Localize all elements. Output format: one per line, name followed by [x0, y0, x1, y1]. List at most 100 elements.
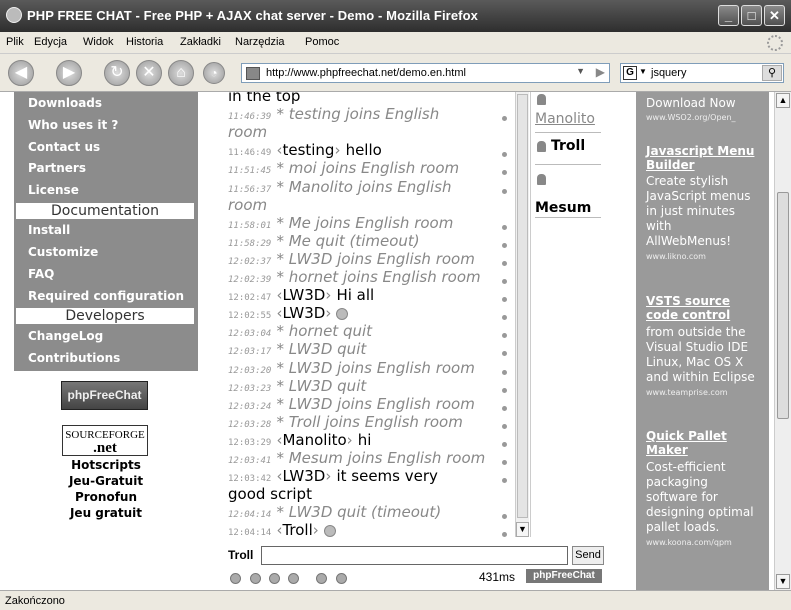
ad-url[interactable]: www.koona.com/qpm — [646, 538, 732, 547]
user-icon — [537, 94, 546, 105]
chat-nick-name: Manolito — [282, 430, 347, 449]
menu-narzedzia[interactable]: Narzędzia — [235, 36, 285, 48]
chat-nick[interactable]: ‹LW3D› — [276, 286, 331, 304]
chat-nick[interactable]: ‹Troll› — [276, 521, 318, 537]
forward-icon[interactable]: ▶ — [56, 60, 82, 86]
chat-text: good script — [228, 485, 312, 504]
message-bullet-icon — [502, 279, 507, 284]
menu-historia[interactable]: Historia — [126, 36, 163, 48]
user-manolito[interactable]: Manolito — [535, 111, 595, 127]
chat-text: * Manolito joins English — [276, 177, 452, 196]
ad-title-quick-pallet-maker[interactable]: Quick Pallet Maker — [646, 429, 727, 457]
phpfreechat-badge[interactable]: phpFreeChat — [61, 381, 148, 410]
reload-icon[interactable]: ↻ — [104, 60, 130, 86]
chat-line: 12:04:14 ‹Troll› — [228, 520, 336, 537]
message-bullet-icon — [502, 423, 507, 429]
nav-header-developers: Developers — [16, 308, 194, 324]
nav-partners[interactable]: Partners — [28, 161, 86, 175]
ad-title-vsts-source-control[interactable]: VSTS source code control — [646, 294, 730, 322]
chat-nick[interactable]: ‹testing› — [276, 141, 340, 159]
message-bullet-icon — [502, 170, 507, 176]
address-bar[interactable]: http://www.phpfreechat.net/demo.en.html … — [241, 63, 610, 83]
chat-scroll-thumb[interactable] — [517, 94, 528, 518]
sourceforge-badge-line2: .net — [93, 440, 117, 456]
ad-title-javascript-menu-builder[interactable]: Javascript Menu Builder — [646, 144, 754, 172]
user-mesum[interactable]: Mesum — [535, 200, 591, 216]
chat-line: 12:03:04 * hornet quit — [228, 321, 372, 340]
ad-url[interactable]: www.likno.com — [646, 252, 706, 261]
nav-changelog[interactable]: ChangeLog — [28, 329, 103, 343]
nav-contact-us[interactable]: Contact us — [28, 140, 100, 154]
ad-url[interactable]: www.WSO2.org/Open_ — [646, 113, 736, 122]
search-engine-icon[interactable]: G — [623, 66, 637, 80]
chat-line: room — [228, 195, 267, 214]
nav-downloads[interactable]: Downloads — [28, 96, 102, 110]
minimize-button[interactable]: _ — [718, 5, 739, 26]
chat-message-input[interactable] — [261, 546, 568, 565]
menu-zakladki[interactable]: Zakładki — [180, 36, 221, 48]
chat-scroll-down-icon[interactable]: ▼ — [516, 522, 529, 537]
chat-nick[interactable]: ‹Manolito› — [276, 431, 352, 449]
nav-faq[interactable]: FAQ — [28, 267, 54, 281]
input-nickname: Troll — [228, 548, 254, 562]
search-icon[interactable]: ⚲ — [762, 65, 782, 81]
link-hotscripts[interactable]: Hotscripts — [14, 458, 198, 472]
link-jeu-gratuit-2[interactable]: Jeu gratuit — [14, 506, 198, 520]
page-scrollbar[interactable]: ▲ ▼ — [774, 92, 791, 590]
chat-line: good script — [228, 484, 312, 503]
address-dropdown-icon[interactable]: ▼ — [576, 66, 585, 76]
user-add-icon[interactable] — [336, 573, 347, 584]
user-troll[interactable]: Troll — [551, 138, 585, 154]
address-url[interactable]: http://www.phpfreechat.net/demo.en.html — [266, 67, 466, 79]
engine-dropdown-icon[interactable]: ▼ — [639, 67, 647, 76]
chat-scrollbar[interactable]: ▼ — [515, 92, 529, 537]
nav-contributions[interactable]: Contributions — [28, 351, 120, 365]
chat-text: * hornet joins English room — [276, 268, 481, 286]
sourceforge-badge[interactable]: SOURCEFORGE .net — [62, 425, 148, 456]
chat-nick[interactable]: ‹LW3D› — [276, 304, 331, 322]
chat-text: in the top — [228, 92, 301, 105]
chat-nick-name: LW3D — [282, 304, 326, 323]
color-icon[interactable] — [316, 573, 327, 584]
page-scroll-down-icon[interactable]: ▼ — [776, 574, 790, 589]
clock-icon[interactable] — [269, 573, 280, 584]
ad-url[interactable]: www.teamprise.com — [646, 388, 728, 397]
search-bar[interactable]: G ▼ jsquery ⚲ — [620, 63, 784, 83]
message-bullet-icon — [502, 315, 507, 321]
maximize-button[interactable]: □ — [741, 5, 762, 26]
menu-edycja[interactable]: Edycja — [34, 36, 67, 48]
nav-customize[interactable]: Customize — [28, 245, 98, 259]
history-icon[interactable]: ◔ — [203, 62, 225, 84]
go-icon[interactable]: ▶ — [596, 65, 605, 79]
menu-bar: Plik Edycja Widok Historia Zakładki Narz… — [0, 32, 791, 54]
chat-timestamp: 12:02:47 — [228, 293, 272, 304]
smiley-icon[interactable] — [230, 573, 241, 584]
nav-license[interactable]: License — [28, 183, 79, 197]
back-icon[interactable]: ◀ — [8, 60, 34, 86]
stop-icon[interactable]: ✕ — [136, 60, 162, 86]
page-scroll-thumb[interactable] — [777, 192, 789, 419]
close-button[interactable]: ✕ — [764, 5, 785, 26]
nav-who-uses-it[interactable]: Who uses it ? — [28, 118, 118, 132]
nav-install[interactable]: Install — [28, 223, 70, 237]
phpfreechat-footer-badge[interactable]: phpFreeChat — [526, 569, 602, 583]
nav-required-configuration[interactable]: Required configuration — [28, 289, 184, 303]
page-scroll-up-icon[interactable]: ▲ — [776, 93, 790, 108]
bold-icon[interactable] — [250, 573, 261, 584]
send-button[interactable]: Send — [572, 546, 604, 565]
link-pronofun[interactable]: Pronofun — [14, 490, 198, 504]
message-bullet-icon — [502, 441, 507, 447]
search-input[interactable]: jsquery — [651, 67, 686, 79]
menu-pomoc[interactable]: Pomoc — [305, 36, 339, 48]
user-separator — [535, 132, 601, 133]
sound-icon[interactable] — [288, 573, 299, 584]
menu-widok[interactable]: Widok — [83, 36, 114, 48]
chat-nick[interactable]: ‹LW3D› — [276, 467, 331, 485]
menu-plik[interactable]: Plik — [6, 36, 24, 48]
chat-text: * LW3D joins English room — [276, 249, 475, 268]
ad-desc: JavaScript menus — [646, 189, 751, 203]
home-icon[interactable]: ⌂ — [168, 60, 194, 86]
message-bullet-icon — [502, 460, 507, 465]
chat-timestamp: 12:02:39 — [228, 275, 272, 285]
link-jeu-gratuit[interactable]: Jeu-Gratuit — [14, 474, 198, 488]
